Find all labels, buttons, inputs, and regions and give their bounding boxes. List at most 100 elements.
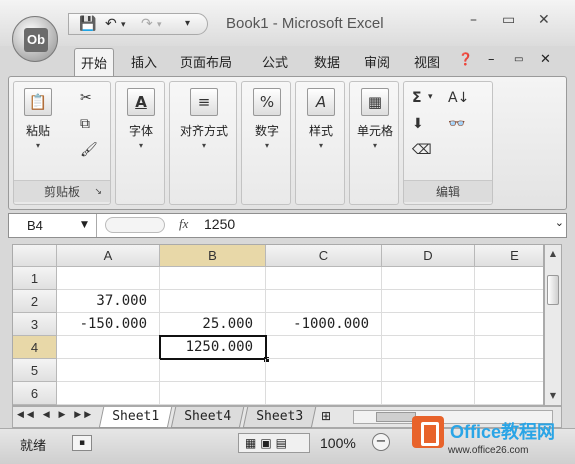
scroll-up-icon[interactable]: ▲	[546, 247, 560, 261]
number-button[interactable]: % 数字 ▾	[246, 88, 288, 150]
cell-e5[interactable]	[475, 359, 543, 382]
row-header-6[interactable]: 6	[13, 382, 57, 405]
styles-button[interactable]: A 样式 ▾	[300, 88, 342, 150]
column-header-e[interactable]: E	[475, 245, 543, 267]
row-header-2[interactable]: 2	[13, 290, 57, 313]
undo-icon[interactable]: ↶	[105, 16, 117, 32]
sheet-nav-icons[interactable]: ◀◀ ◀ ▶ ▶▶	[17, 410, 94, 420]
cell-b4-selected[interactable]: 1250.000	[159, 335, 267, 360]
cell-e3[interactable]	[475, 313, 543, 336]
tab-data[interactable]: 数据	[314, 52, 340, 71]
cell-c2[interactable]	[266, 290, 382, 313]
select-all-corner[interactable]	[13, 245, 57, 267]
column-header-d[interactable]: D	[382, 245, 475, 267]
ribbon-close-icon[interactable]: ✕	[540, 52, 551, 67]
cell-e1[interactable]	[475, 267, 543, 290]
tab-review[interactable]: 审阅	[364, 52, 390, 71]
sort-filter-icon[interactable]: A↓	[448, 90, 469, 106]
ribbon-minimize-icon[interactable]: –	[488, 52, 495, 67]
formula-toggle[interactable]	[105, 217, 165, 233]
macro-record-icon[interactable]: ▪	[72, 435, 92, 451]
redo-icon[interactable]: ↷	[141, 16, 153, 32]
cell-d2[interactable]	[382, 290, 475, 313]
scroll-down-icon[interactable]: ▼	[546, 389, 560, 403]
sheet-tab-sheet3[interactable]: Sheet3	[242, 407, 317, 428]
row-header-3[interactable]: 3	[13, 313, 57, 336]
cell-c5[interactable]	[266, 359, 382, 382]
tab-view[interactable]: 视图	[414, 52, 440, 71]
copy-icon[interactable]: ⧉	[80, 116, 90, 132]
cell-e6[interactable]	[475, 382, 543, 405]
cut-icon[interactable]: ✂	[80, 90, 92, 106]
title-bar: 💾 ↶ ▾ ↷ ▾ ▾ Book1 - Microsoft Excel – ▭ …	[0, 0, 575, 46]
row-header-4[interactable]: 4	[13, 336, 57, 359]
format-painter-icon[interactable]: 🖌	[80, 142, 98, 158]
cell-c3[interactable]: -1000.000	[266, 313, 382, 336]
tab-page-layout[interactable]: 页面布局	[180, 52, 232, 71]
cell-a6[interactable]	[57, 382, 160, 405]
cell-a4[interactable]	[57, 336, 160, 359]
cell-b6[interactable]	[160, 382, 266, 405]
clipboard-group: 📋 粘贴 ▾ ✂ ⧉ 🖌 剪贴板 ↘	[13, 81, 111, 205]
close-button[interactable]: ✕	[538, 12, 550, 28]
autosum-icon[interactable]: Σ	[412, 90, 422, 106]
cell-d6[interactable]	[382, 382, 475, 405]
name-box-dropdown-icon[interactable]: ▼	[81, 214, 88, 237]
maximize-button[interactable]: ▭	[502, 12, 515, 28]
formula-input[interactable]: 1250	[204, 216, 235, 232]
cell-d3[interactable]	[382, 313, 475, 336]
customize-qat-icon[interactable]: ▾	[185, 18, 190, 29]
sheet-tab-sheet1[interactable]: Sheet1	[98, 407, 173, 428]
clear-icon[interactable]: ⌫	[412, 142, 432, 158]
paste-button[interactable]: 📋 粘贴 ▾	[20, 88, 56, 150]
column-header-c[interactable]: C	[266, 245, 382, 267]
cell-d4[interactable]	[382, 336, 475, 359]
cell-d1[interactable]	[382, 267, 475, 290]
view-buttons[interactable]: ▦▣▤	[238, 433, 310, 453]
undo-dropdown-icon[interactable]: ▾	[121, 20, 126, 30]
expand-formula-bar-icon[interactable]: ⌄	[555, 216, 564, 229]
tab-home[interactable]: 开始	[74, 48, 115, 77]
help-icon[interactable]: ❓	[458, 52, 473, 66]
fill-icon[interactable]: ⬇	[412, 116, 424, 132]
cell-a5[interactable]	[57, 359, 160, 382]
minimize-button[interactable]: –	[470, 12, 477, 28]
cell-a3[interactable]: -150.000	[57, 313, 160, 336]
cell-c1[interactable]	[266, 267, 382, 290]
ribbon-restore-icon[interactable]: ▭	[514, 54, 523, 65]
column-header-a[interactable]: A	[57, 245, 160, 267]
cell-c6[interactable]	[266, 382, 382, 405]
insert-function-icon[interactable]: fx	[179, 216, 188, 232]
horizontal-scroll-thumb[interactable]	[376, 412, 416, 422]
zoom-level[interactable]: 100%	[320, 435, 356, 451]
redo-dropdown-icon[interactable]: ▾	[157, 20, 162, 30]
row-header-5[interactable]: 5	[13, 359, 57, 382]
cell-c4[interactable]	[267, 336, 382, 359]
tab-formulas[interactable]: 公式	[262, 52, 288, 71]
cell-a2[interactable]: 37.000	[57, 290, 160, 313]
vertical-scroll-thumb[interactable]	[547, 275, 559, 305]
cells-button[interactable]: ▦ 单元格 ▾	[352, 88, 398, 150]
clipboard-launcher-icon[interactable]: ↘	[94, 181, 102, 203]
save-icon[interactable]: 💾	[79, 16, 96, 32]
cell-e2[interactable]	[475, 290, 543, 313]
cell-b5[interactable]	[160, 359, 266, 382]
row-header-1[interactable]: 1	[13, 267, 57, 290]
insert-sheet-icon[interactable]: ⊞	[321, 409, 331, 423]
cell-d5[interactable]	[382, 359, 475, 382]
cell-b2[interactable]	[160, 290, 266, 313]
cell-a1[interactable]	[57, 267, 160, 290]
cell-b1[interactable]	[160, 267, 266, 290]
font-button[interactable]: A 字体 ▾	[120, 88, 162, 150]
column-header-b[interactable]: B	[160, 245, 266, 267]
tab-insert[interactable]: 插入	[131, 52, 157, 71]
office-button[interactable]: Ob	[12, 16, 58, 62]
find-select-icon[interactable]: 👓	[448, 116, 465, 132]
cell-e4[interactable]	[475, 336, 543, 359]
alignment-button[interactable]: ≡ 对齐方式 ▾	[172, 88, 236, 150]
vertical-scrollbar[interactable]: ▲ ▼	[544, 244, 562, 406]
sheet-tab-sheet4[interactable]: Sheet4	[170, 407, 245, 428]
cell-b3[interactable]: 25.000	[160, 313, 266, 336]
autosum-dropdown-icon[interactable]: ▾	[428, 92, 433, 102]
zoom-out-button[interactable]: −	[372, 433, 390, 451]
